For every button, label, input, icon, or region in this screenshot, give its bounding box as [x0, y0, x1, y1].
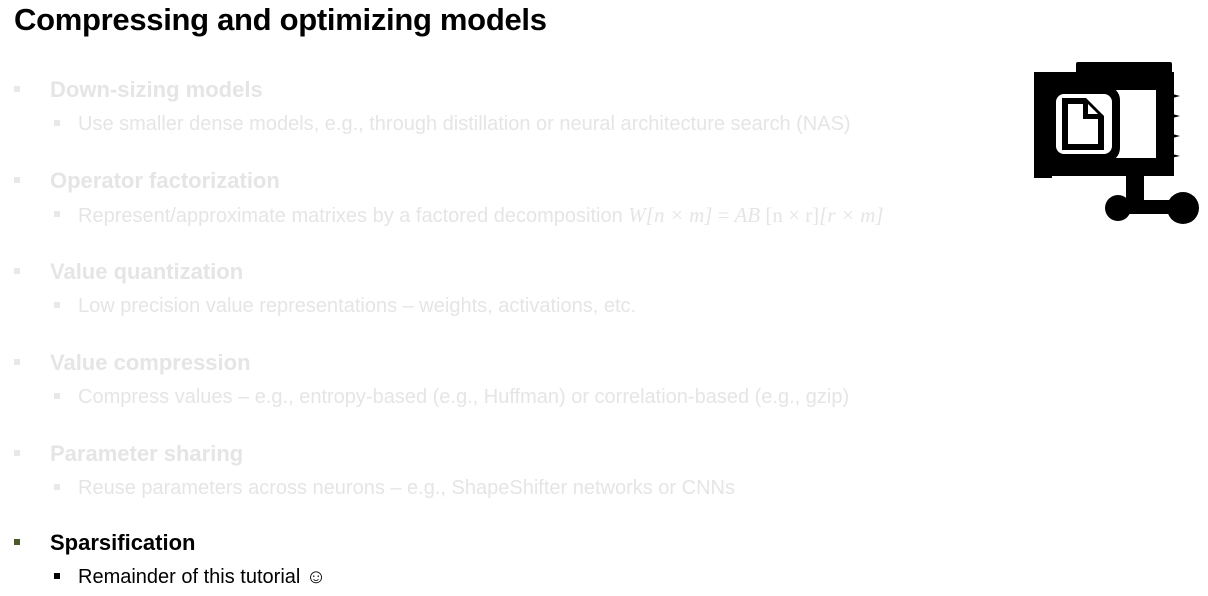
- bullet-square: [14, 450, 20, 456]
- bullet-detail: Represent/approximate matrixes by a fact…: [78, 203, 884, 228]
- file-compress-clamp-icon: [1034, 62, 1199, 224]
- bullet-heading: Parameter sharing: [50, 441, 244, 466]
- bullet-square: [54, 120, 60, 126]
- bullet-square: [54, 302, 60, 308]
- formula-dims-1: [n × r]: [765, 203, 820, 227]
- bullet-heading: Sparsification: [50, 530, 196, 555]
- bullet-square: [14, 539, 20, 545]
- bullet-square: [54, 484, 60, 490]
- bullet-heading: Value quantization: [50, 259, 244, 284]
- bullet-detail-text: Represent/approximate matrixes by a fact…: [78, 205, 623, 227]
- bullet-detail: Use smaller dense models, e.g., through …: [78, 113, 851, 135]
- formula-lhs: W[n × m]: [628, 203, 713, 227]
- bullet-heading: Down-sizing models: [50, 77, 263, 102]
- bullet-square: [54, 211, 60, 217]
- bullet-detail: Compress values – e.g., entropy-based (e…: [78, 386, 850, 408]
- bullet-detail: Remainder of this tutorial ☺: [78, 566, 327, 588]
- formula-equals: =: [717, 203, 730, 227]
- bullet-square: [54, 393, 60, 399]
- bullet-list: Down-sizing models Use smaller dense mod…: [0, 0, 1000, 596]
- bullet-square: [54, 573, 60, 579]
- factorization-formula: W[n × m] = AB [n × r][r × m]: [628, 203, 883, 227]
- bullet-square: [14, 177, 20, 183]
- bullet-square: [14, 86, 20, 92]
- formula-dims-2: [r × m]: [819, 203, 884, 227]
- bullet-square: [14, 268, 20, 274]
- bullet-detail: Low precision value representations – we…: [78, 295, 637, 317]
- bullet-square: [14, 359, 20, 365]
- bullet-detail: Reuse parameters across neurons – e.g., …: [78, 477, 735, 499]
- formula-rhs: AB: [734, 203, 761, 227]
- bullet-heading: Operator factorization: [50, 168, 280, 193]
- bullet-heading: Value compression: [50, 350, 251, 375]
